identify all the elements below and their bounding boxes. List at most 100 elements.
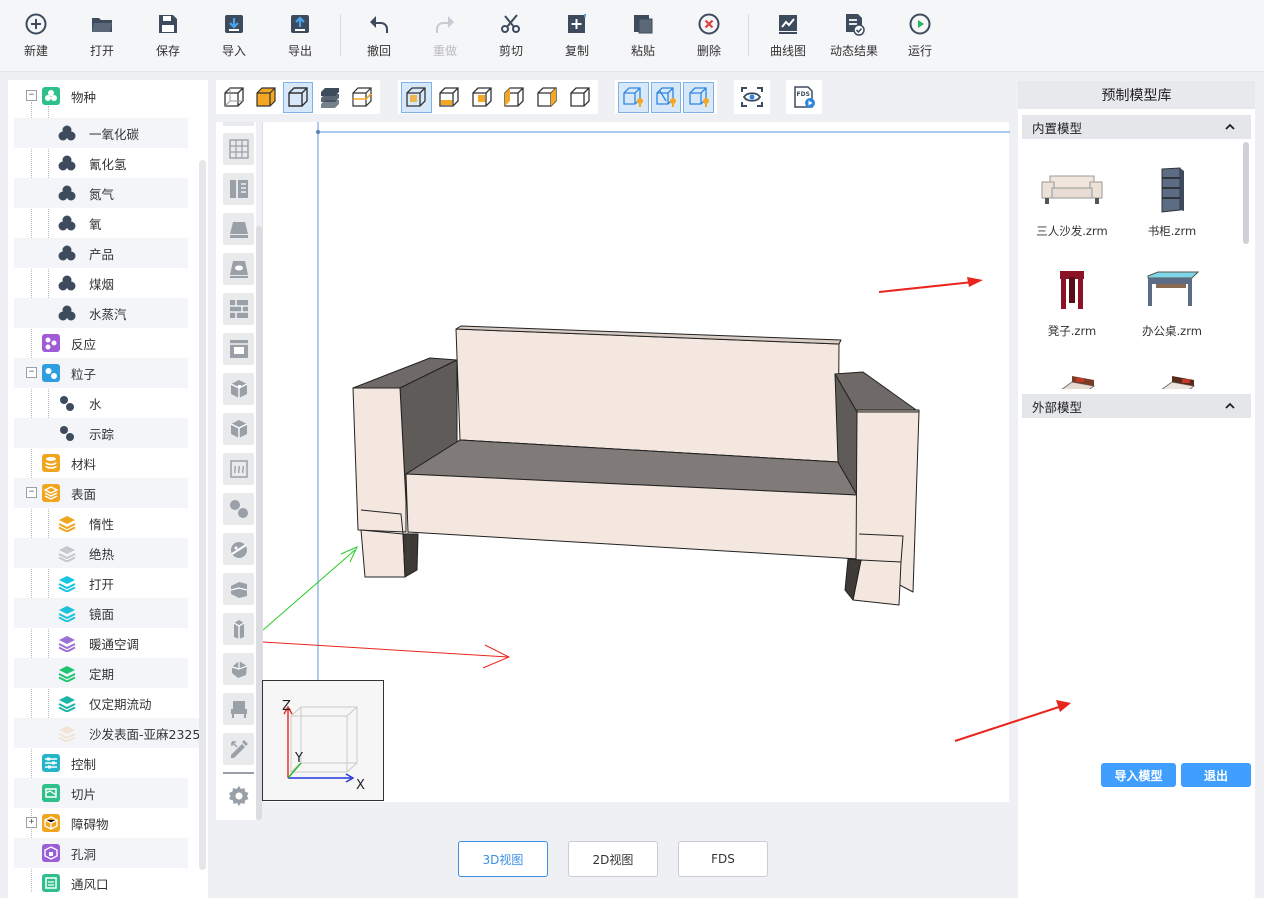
tree-scrollbar[interactable]	[199, 160, 206, 870]
tree-item-hvac[interactable]: 暖通空调	[14, 628, 188, 658]
view-cube-left-icon	[504, 87, 524, 107]
model-item-bed-2[interactable]	[1127, 359, 1217, 389]
axis-orientation-widget[interactable]: Z Y X	[262, 680, 384, 801]
sofa-model[interactable]	[352, 325, 920, 606]
tree-item-sofa-surface[interactable]: 沙发表面-亚麻23252	[14, 718, 200, 748]
expand-toggle[interactable]: +	[26, 817, 37, 828]
collapse-toggle[interactable]: −	[26, 487, 37, 498]
edit-tool-button[interactable]	[223, 733, 254, 765]
tree-item-vapor[interactable]: 水蒸汽	[14, 298, 188, 328]
save-button[interactable]: 保存	[138, 12, 198, 64]
furniture-tool-button[interactable]	[223, 693, 254, 725]
burner-tool-button[interactable]	[223, 253, 254, 285]
object-tree: − 物种 一氧化碳 氰化氢 氮气 氧 产品 煤烟 水蒸汽 反应 − 粒子 水 示…	[8, 80, 208, 898]
iso-view-button[interactable]	[401, 81, 432, 113]
light-grid-button[interactable]	[618, 81, 649, 113]
fds-run-button[interactable]: FDS	[789, 82, 819, 113]
box-tool-button[interactable]	[223, 413, 254, 445]
right-view-button[interactable]	[532, 82, 563, 113]
wireframe-view-button[interactable]	[219, 82, 249, 113]
light-object-button[interactable]	[683, 81, 715, 113]
collapse-toggle[interactable]: −	[26, 367, 37, 378]
tree-item-periodic-flow[interactable]: 仅定期流动	[14, 688, 188, 718]
tree-item-periodic[interactable]: 定期	[14, 658, 188, 688]
tree-item-species[interactable]: − 物种	[14, 81, 188, 111]
settings-button[interactable]	[223, 780, 254, 812]
stool-thumbnail	[1037, 259, 1107, 321]
tree-item-vent[interactable]: 通风口	[14, 868, 188, 898]
undo-button[interactable]: 撤回	[349, 12, 409, 64]
shape-tool-button[interactable]	[223, 653, 254, 685]
tree-item-n2[interactable]: 氮气	[14, 178, 188, 208]
tree-item-inert[interactable]: 惰性	[14, 508, 188, 538]
tree-item-particle[interactable]: − 粒子	[14, 358, 188, 388]
tree-item-slice[interactable]: 切片	[14, 778, 188, 808]
external-models-header[interactable]: 外部模型	[1022, 394, 1251, 418]
solid-view-button[interactable]	[251, 82, 281, 113]
left-view-button[interactable]	[499, 82, 530, 113]
tree-item-o2[interactable]: 氧	[14, 208, 188, 238]
model-item-bed[interactable]	[1027, 359, 1117, 389]
slab-tool-button[interactable]	[223, 213, 254, 245]
model-item-bookshelf[interactable]: 书柜.zrm	[1127, 159, 1217, 249]
brick-wall-tool-button[interactable]	[223, 293, 254, 325]
tree-item-obstruction[interactable]: + 障碍物	[14, 808, 188, 838]
front-view-button[interactable]	[434, 82, 465, 113]
wall-tool-button[interactable]	[223, 173, 254, 205]
paste-button[interactable]: 粘贴	[613, 12, 673, 64]
layered-view-button[interactable]	[315, 82, 345, 113]
tab-fds[interactable]: FDS	[678, 841, 768, 877]
collapse-toggle[interactable]: −	[26, 90, 37, 101]
copy-button[interactable]: 复制	[547, 12, 607, 64]
tree-item-open[interactable]: 打开	[14, 568, 188, 598]
model-item-sofa[interactable]: 三人沙发.zrm	[1027, 159, 1117, 249]
new-button[interactable]: 新建	[6, 12, 66, 64]
focus-view-button[interactable]	[737, 82, 767, 113]
mesh-tool-button[interactable]	[223, 133, 254, 165]
tree-item-soot[interactable]: 煤烟	[14, 268, 188, 298]
light-cut-button[interactable]	[650, 81, 682, 113]
tree-item-product[interactable]: 产品	[14, 238, 188, 268]
tree-item-tracer[interactable]: 示踪	[14, 418, 188, 448]
back-view-button[interactable]	[564, 82, 595, 113]
tree-item-control[interactable]: 控制	[14, 748, 188, 778]
model-item-stool[interactable]: 凳子.zrm	[1027, 259, 1117, 349]
tab-3d-view[interactable]: 3D视图	[458, 841, 548, 877]
half-section-view-button[interactable]	[347, 82, 377, 113]
dynamic-result-button[interactable]: 动态结果	[824, 12, 884, 64]
open-button[interactable]: 打开	[72, 12, 132, 64]
library-scrollbar[interactable]	[1243, 142, 1249, 244]
tree-item-hcn[interactable]: 氰化氢	[14, 148, 188, 178]
cut-button[interactable]: 剪切	[481, 12, 541, 64]
model-library-panel: 预制模型库 内置模型 三人沙发.zrm 书柜.zrm 凳子.zrm 办公桌.zr…	[1018, 81, 1255, 898]
top-view-button[interactable]	[466, 82, 497, 113]
curve-chart-button[interactable]: 曲线图	[758, 12, 818, 64]
block-tool-button[interactable]	[223, 373, 254, 405]
import-button[interactable]: 导入	[204, 12, 264, 64]
tree-item-material[interactable]: 材料	[14, 448, 188, 478]
tree-item-hole[interactable]: 孔洞	[14, 838, 188, 868]
tree-item-mirror[interactable]: 镜面	[14, 598, 188, 628]
tree-item-adiabatic[interactable]: 绝热	[14, 538, 188, 568]
tree-item-co[interactable]: 一氧化碳	[14, 118, 188, 148]
run-button[interactable]: 运行	[890, 12, 950, 64]
door-tool-button[interactable]	[223, 333, 254, 365]
particle-tool-button[interactable]	[223, 493, 254, 525]
export-button[interactable]: 导出	[270, 12, 330, 64]
import-model-button[interactable]: 导入模型	[1101, 763, 1176, 787]
delete-button[interactable]: 删除	[679, 12, 739, 64]
tree-item-reaction[interactable]: 反应	[14, 328, 188, 358]
heater-tool-button[interactable]	[223, 453, 254, 485]
tab-2d-view[interactable]: 2D视图	[568, 841, 658, 877]
redo-button[interactable]: 重做	[415, 12, 475, 64]
outline-view-button[interactable]	[283, 81, 313, 113]
builtin-models-header[interactable]: 内置模型	[1022, 115, 1251, 139]
exit-button[interactable]: 退出	[1181, 763, 1251, 787]
column-tool-button[interactable]	[223, 613, 254, 645]
tree-item-surface[interactable]: − 表面	[14, 478, 188, 508]
model-item-desk[interactable]: 办公桌.zrm	[1127, 259, 1217, 349]
sprinkler-tool-button[interactable]	[223, 533, 254, 565]
plane-tool-button[interactable]	[223, 573, 254, 605]
delete-circle-icon	[698, 13, 720, 35]
tree-item-water[interactable]: 水	[14, 388, 188, 418]
